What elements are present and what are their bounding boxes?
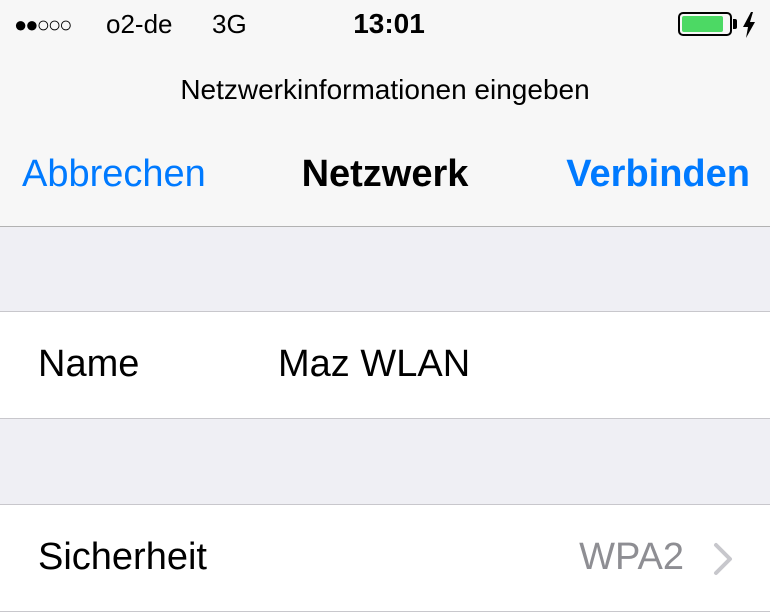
security-label: Sicherheit xyxy=(38,536,207,578)
chevron-right-icon xyxy=(714,543,732,575)
status-bar: ●●○○○ o2-de 3G 13:01 xyxy=(0,0,770,50)
network-name-input[interactable] xyxy=(278,342,738,386)
battery-icon xyxy=(678,12,732,36)
battery-tip xyxy=(733,19,737,29)
security-row[interactable]: Sicherheit WPA2 xyxy=(0,504,770,612)
connect-button[interactable]: Verbinden xyxy=(566,152,750,196)
charging-bolt-icon xyxy=(743,12,755,38)
security-value: WPA2 xyxy=(579,536,684,578)
header-prompt: Netzwerkinformationen eingeben xyxy=(180,74,590,105)
network-name-row[interactable]: Name xyxy=(0,311,770,419)
battery-level xyxy=(682,16,724,32)
status-time: 13:01 xyxy=(353,8,425,39)
cancel-button[interactable]: Abbrechen xyxy=(22,152,206,196)
network-name-label: Name xyxy=(38,343,140,385)
navigation-header: ●●○○○ o2-de 3G 13:01 Netzwerkinformation… xyxy=(0,0,770,227)
